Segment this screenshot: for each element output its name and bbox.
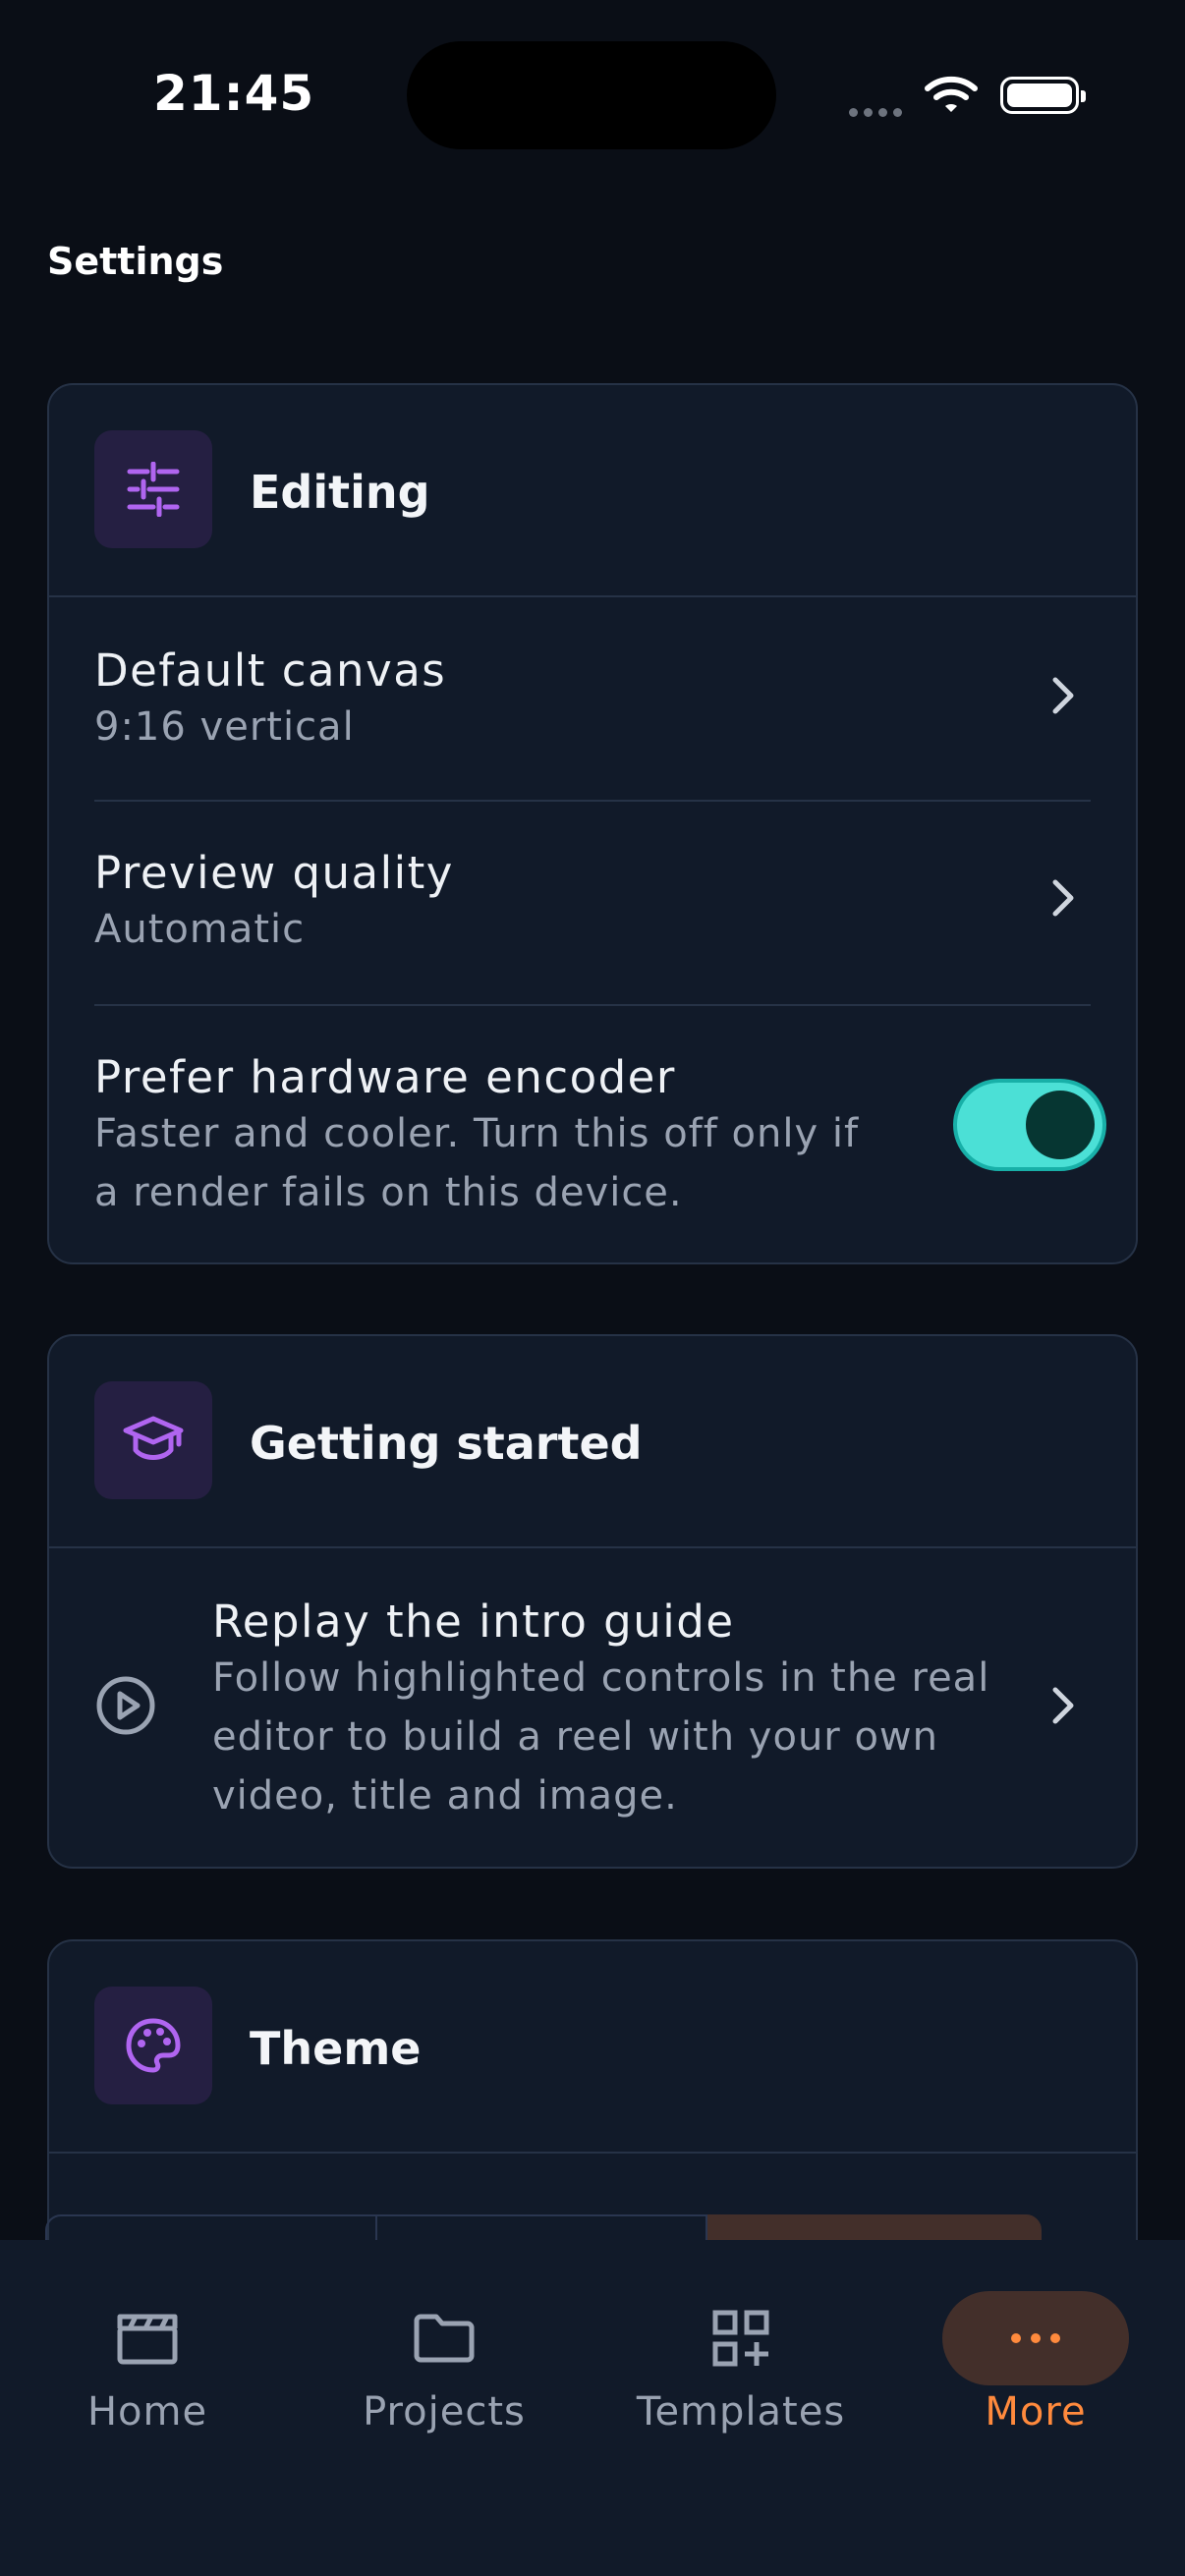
hardware-encoder-toggle[interactable]: [953, 1079, 1106, 1171]
preview-quality-value: Automatic: [94, 907, 306, 952]
getting-started-header: Getting started: [49, 1336, 1136, 1548]
theme-title: Theme: [250, 2022, 422, 2075]
preview-quality-label: Preview quality: [94, 847, 454, 899]
replay-intro-description: editor to build a reel with your own: [212, 1714, 938, 1760]
tab-label: More: [985, 2389, 1087, 2435]
clapperboard-icon: [54, 2291, 241, 2385]
hardware-encoder-row: Prefer hardware encoder Faster and coole…: [94, 1006, 1091, 1262]
status-bar: 21:45: [0, 0, 1185, 196]
play-circle-icon: [96, 1676, 155, 1735]
replay-intro-label: Replay the intro guide: [212, 1596, 735, 1648]
tab-label: Templates: [636, 2389, 846, 2435]
chevron-right-icon: [1052, 677, 1074, 714]
replay-intro-description: Follow highlighted controls in the real: [212, 1655, 990, 1701]
wifi-icon: [925, 76, 978, 112]
default-canvas-row[interactable]: Default canvas 9:16 vertical: [94, 597, 1091, 800]
preview-quality-row[interactable]: Preview quality Automatic: [94, 802, 1091, 1004]
tab-label: Home: [86, 2389, 208, 2435]
folder-icon: [351, 2291, 537, 2385]
tab-home[interactable]: Home: [0, 2240, 295, 2495]
tab-projects[interactable]: Projects: [297, 2240, 592, 2495]
status-time: 21:45: [153, 65, 315, 122]
getting-started-title: Getting started: [250, 1417, 643, 1470]
tab-more[interactable]: More: [888, 2240, 1183, 2495]
replay-intro-row[interactable]: Replay the intro guide Follow highlighte…: [94, 1548, 1091, 1867]
default-canvas-value: 9:16 vertical: [94, 704, 355, 750]
tab-templates[interactable]: Templates: [593, 2240, 888, 2495]
chevron-right-icon: [1052, 1687, 1074, 1724]
editing-header: Editing: [49, 385, 1136, 597]
sliders-icon: [94, 430, 212, 548]
hardware-encoder-label: Prefer hardware encoder: [94, 1051, 676, 1103]
hardware-encoder-description: Faster and cooler. Turn this off only if: [94, 1111, 860, 1156]
page-title: Settings: [47, 240, 224, 283]
cellular-signal-icon: [849, 102, 908, 121]
chevron-right-icon: [1052, 879, 1074, 917]
hardware-encoder-description: a render fails on this device.: [94, 1170, 683, 1215]
graduation-cap-icon: [94, 1381, 212, 1499]
battery-icon: [1000, 77, 1086, 114]
getting-started-card: Getting started Replay the intro guide F…: [47, 1334, 1138, 1869]
bottom-tab-bar: Home Projects Templates More: [0, 2240, 1185, 2576]
more-dots-icon: [942, 2291, 1129, 2385]
dynamic-island: [407, 41, 776, 149]
theme-header: Theme: [49, 1941, 1136, 2154]
palette-icon: [94, 1987, 212, 2104]
editing-card: Editing Default canvas 9:16 vertical Pre…: [47, 383, 1138, 1264]
grid-plus-icon: [648, 2291, 834, 2385]
toggle-knob: [1026, 1091, 1095, 1159]
tab-label: Projects: [363, 2389, 526, 2435]
default-canvas-label: Default canvas: [94, 644, 447, 697]
replay-intro-description: video, title and image.: [212, 1773, 678, 1819]
editing-title: Editing: [250, 466, 430, 519]
